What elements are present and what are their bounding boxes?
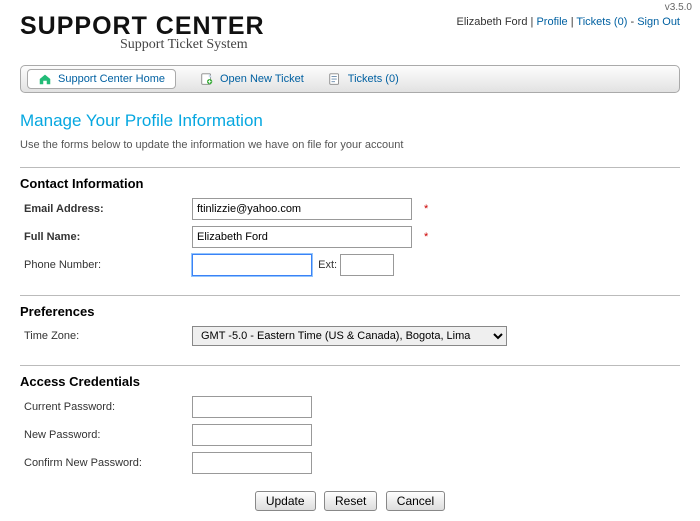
required-email: *	[424, 203, 428, 215]
page-title: Manage Your Profile Information	[20, 111, 680, 131]
version-label: v3.5.0	[665, 2, 692, 13]
update-button[interactable]: Update	[255, 491, 316, 511]
input-fullname[interactable]	[192, 226, 412, 248]
input-ext[interactable]	[340, 254, 394, 276]
input-phone[interactable]	[192, 254, 312, 276]
divider	[20, 167, 680, 168]
logo-subtitle: Support Ticket System	[120, 37, 680, 53]
prefs-form: Time Zone: GMT -5.0 - Eastern Time (US &…	[20, 323, 511, 349]
label-fullname: Full Name:	[24, 231, 80, 243]
tickets-icon	[328, 72, 342, 86]
new-ticket-icon	[200, 72, 214, 86]
label-current-pw: Current Password:	[20, 393, 188, 421]
label-timezone: Time Zone:	[20, 323, 188, 349]
input-current-pw[interactable]	[192, 396, 312, 418]
link-profile[interactable]: Profile	[536, 16, 567, 28]
button-bar: Update Reset Cancel	[20, 491, 680, 511]
required-fullname: *	[424, 231, 428, 243]
label-confirm-pw: Confirm New Password:	[20, 449, 188, 477]
user-bar: Elizabeth Ford | Profile | Tickets (0) -…	[457, 16, 680, 28]
label-phone: Phone Number:	[20, 251, 188, 279]
cancel-button[interactable]: Cancel	[386, 491, 445, 511]
label-email: Email Address:	[24, 203, 104, 215]
creds-form: Current Password: New Password: Confirm …	[20, 393, 316, 477]
reset-button[interactable]: Reset	[324, 491, 377, 511]
section-contact-title: Contact Information	[20, 176, 680, 191]
current-user-name: Elizabeth Ford	[457, 16, 528, 28]
nav-tickets[interactable]: Tickets (0)	[328, 72, 399, 86]
navbar: Support Center Home Open New Ticket Tick…	[20, 65, 680, 93]
nav-home[interactable]: Support Center Home	[27, 69, 176, 89]
divider	[20, 365, 680, 366]
input-email[interactable]	[192, 198, 412, 220]
select-timezone[interactable]: GMT -5.0 - Eastern Time (US & Canada), B…	[192, 326, 507, 346]
link-tickets[interactable]: Tickets (0)	[576, 16, 630, 28]
divider	[20, 295, 680, 296]
contact-form: Email Address: * Full Name: * Phone Numb…	[20, 195, 432, 279]
input-new-pw[interactable]	[192, 424, 312, 446]
page-subtitle: Use the forms below to update the inform…	[20, 139, 680, 151]
link-signout[interactable]: Sign Out	[637, 16, 680, 28]
input-confirm-pw[interactable]	[192, 452, 312, 474]
label-new-pw: New Password:	[20, 421, 188, 449]
section-creds-title: Access Credentials	[20, 374, 680, 389]
section-prefs-title: Preferences	[20, 304, 680, 319]
nav-open-ticket[interactable]: Open New Ticket	[200, 72, 304, 86]
label-ext: Ext:	[318, 259, 337, 271]
home-icon	[38, 72, 52, 86]
